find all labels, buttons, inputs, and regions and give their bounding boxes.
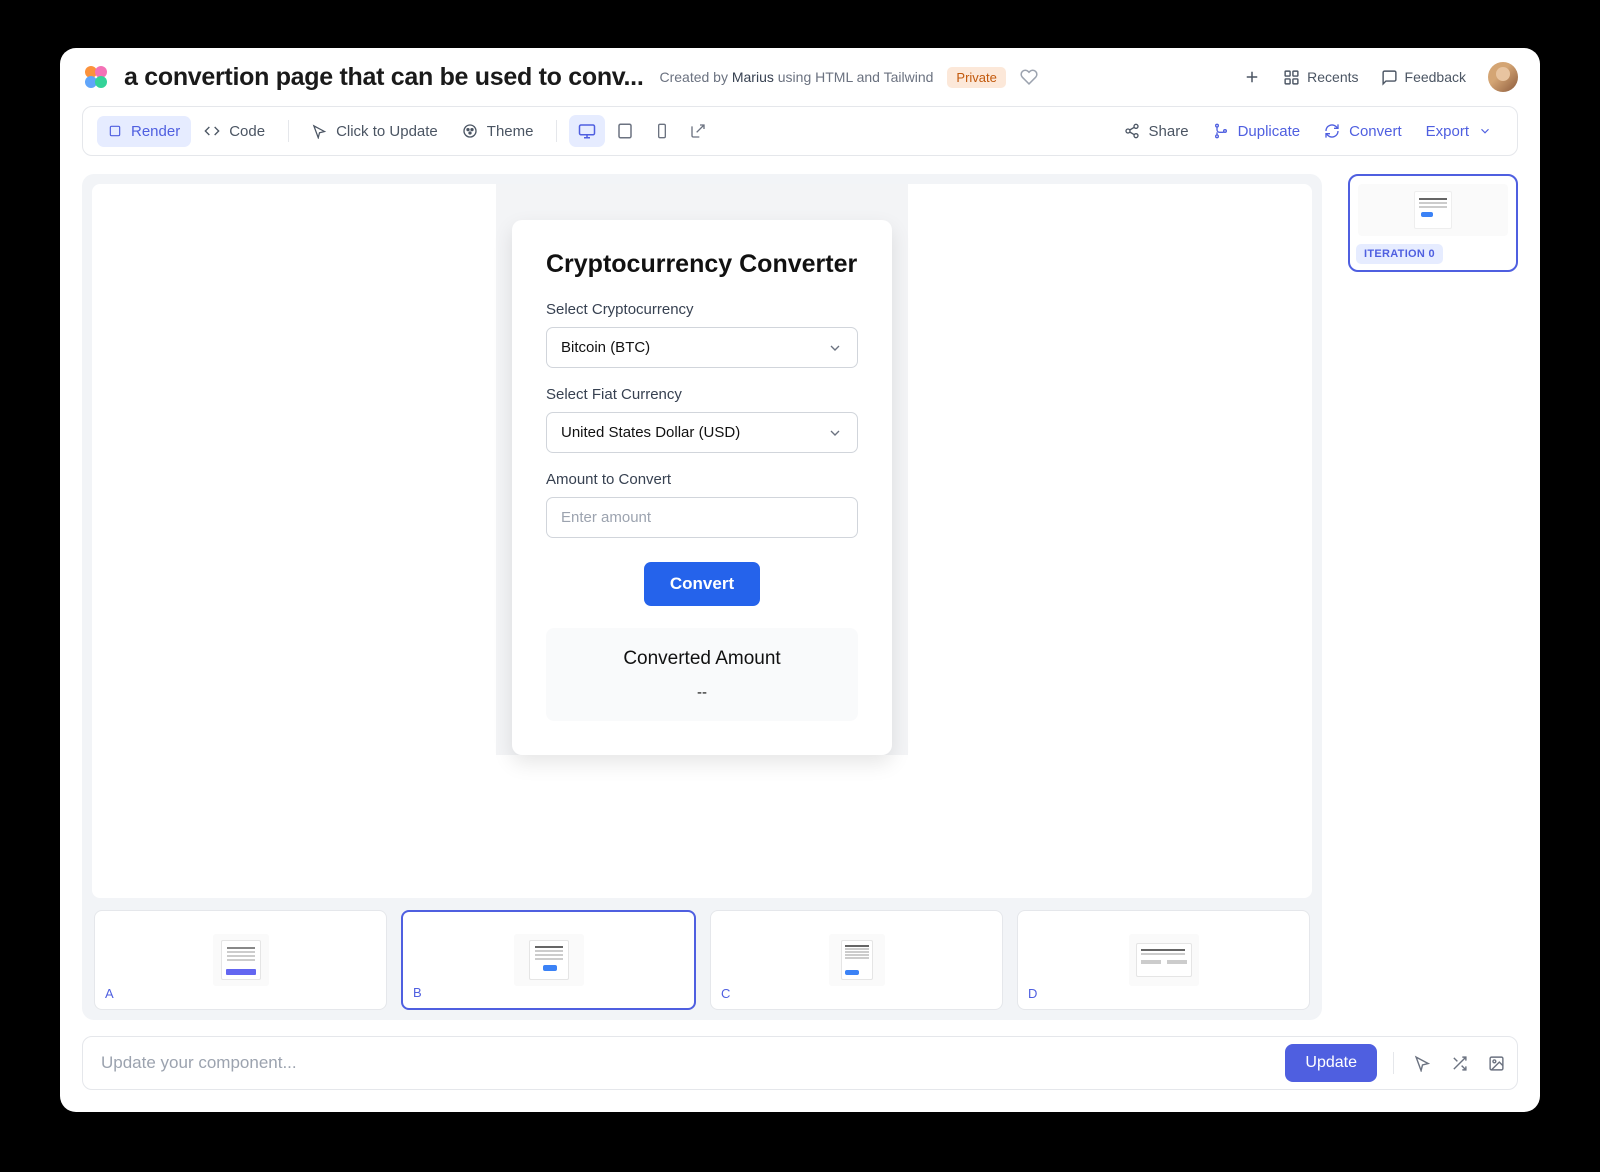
fiat-select-label: Select Fiat Currency [546, 386, 858, 403]
app-logo [82, 63, 110, 91]
iteration-thumbnail [1358, 184, 1508, 236]
result-value: -- [566, 684, 838, 701]
header: a convertion page that can be used to co… [60, 48, 1540, 106]
chevron-down-icon [827, 340, 843, 356]
variant-d-label: D [1028, 986, 1037, 1001]
device-mobile-button[interactable] [645, 116, 679, 146]
add-button[interactable] [1243, 68, 1261, 86]
duplicate-label: Duplicate [1238, 123, 1301, 140]
submit-convert-button[interactable]: Convert [644, 562, 760, 606]
variant-c[interactable]: C [710, 910, 1003, 1010]
created-by-text: Created by Marius using HTML and Tailwin… [659, 69, 933, 85]
canvas-area: Cryptocurrency Converter Select Cryptocu… [82, 174, 1322, 1020]
crypto-select-value: Bitcoin (BTC) [561, 339, 650, 356]
tab-render[interactable]: Render [97, 116, 191, 147]
variant-row: A B C D [92, 910, 1312, 1010]
variant-b[interactable]: B [401, 910, 696, 1010]
privacy-badge: Private [947, 67, 1005, 88]
result-title: Converted Amount [566, 648, 838, 670]
page-title: a convertion page that can be used to co… [124, 63, 643, 92]
crypto-select[interactable]: Bitcoin (BTC) [546, 327, 858, 368]
fiat-select[interactable]: United States Dollar (USD) [546, 412, 858, 453]
click-to-update-label: Click to Update [336, 123, 438, 140]
fiat-select-value: United States Dollar (USD) [561, 424, 740, 441]
feedback-label: Feedback [1405, 69, 1466, 85]
variant-d[interactable]: D [1017, 910, 1310, 1010]
export-label: Export [1426, 123, 1469, 140]
iteration-label: ITERATION 0 [1356, 244, 1443, 264]
recents-button[interactable]: Recents [1283, 69, 1358, 86]
device-tablet-button[interactable] [607, 115, 643, 147]
chevron-down-icon [827, 425, 843, 441]
tab-render-label: Render [131, 123, 180, 140]
open-external-button[interactable] [681, 116, 715, 146]
amount-input-label: Amount to Convert [546, 471, 858, 488]
amount-input[interactable] [546, 497, 858, 538]
converter-title: Cryptocurrency Converter [546, 250, 858, 279]
result-box: Converted Amount -- [546, 628, 858, 721]
tab-code-label: Code [229, 123, 265, 140]
duplicate-button[interactable]: Duplicate [1202, 116, 1312, 147]
theme-label: Theme [487, 123, 534, 140]
tab-code[interactable]: Code [193, 116, 276, 147]
theme-button[interactable]: Theme [451, 116, 545, 147]
created-by-prefix: Created by [659, 69, 731, 85]
update-button[interactable]: Update [1285, 1044, 1377, 1082]
convert-button[interactable]: Convert [1313, 116, 1413, 147]
variant-c-label: C [721, 986, 730, 1001]
image-icon[interactable] [1484, 1051, 1509, 1076]
share-label: Share [1149, 123, 1189, 140]
click-to-update-button[interactable]: Click to Update [301, 116, 449, 147]
recents-label: Recents [1307, 69, 1358, 85]
share-button[interactable]: Share [1113, 116, 1200, 147]
prompt-input[interactable] [101, 1053, 1273, 1073]
toolbar: Render Code Click to Update Theme [82, 106, 1518, 156]
user-avatar[interactable] [1488, 62, 1518, 92]
iterations-panel: ITERATION 0 [1348, 174, 1518, 1020]
iteration-card[interactable]: ITERATION 0 [1348, 174, 1518, 272]
author-name: Marius [732, 69, 774, 85]
variant-b-label: B [413, 985, 422, 1000]
preview-canvas: Cryptocurrency Converter Select Cryptocu… [92, 184, 1312, 898]
convert-label: Convert [1349, 123, 1402, 140]
converter-card: Cryptocurrency Converter Select Cryptocu… [512, 220, 892, 755]
favorite-icon[interactable] [1020, 68, 1038, 86]
variant-a[interactable]: A [94, 910, 387, 1010]
created-by-suffix: using HTML and Tailwind [774, 69, 934, 85]
cursor-icon[interactable] [1410, 1051, 1435, 1076]
shuffle-icon[interactable] [1447, 1051, 1472, 1076]
crypto-select-label: Select Cryptocurrency [546, 301, 858, 318]
variant-a-label: A [105, 986, 114, 1001]
export-button[interactable]: Export [1415, 116, 1503, 147]
device-desktop-button[interactable] [569, 115, 605, 147]
prompt-bar: Update [82, 1036, 1518, 1090]
feedback-button[interactable]: Feedback [1381, 69, 1466, 86]
